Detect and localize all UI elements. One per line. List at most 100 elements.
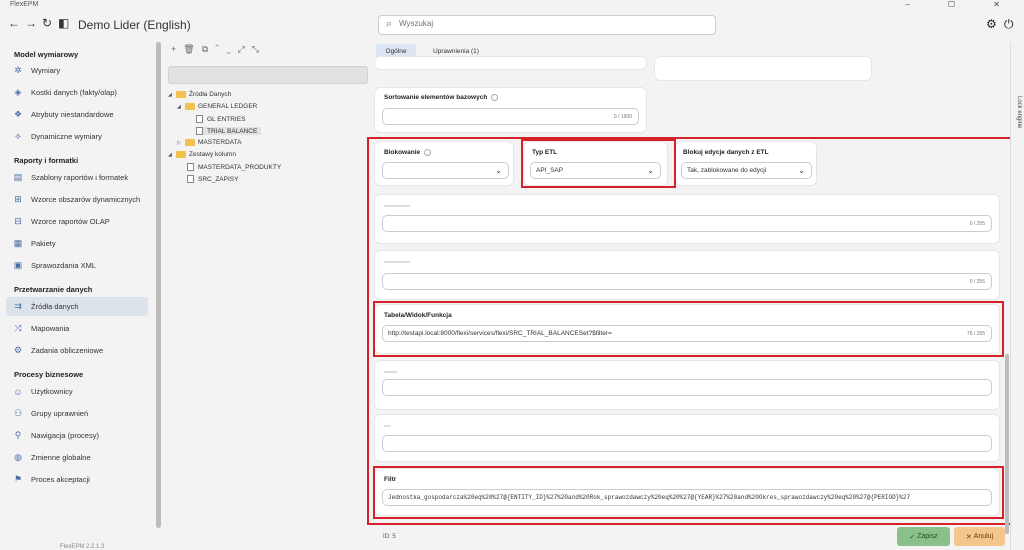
title-bar: FlexEPM – ☐ ✕ [0, 0, 1024, 10]
globe-icon: ◍ [14, 452, 22, 462]
sidebar-item-atrybuty[interactable]: ❖ Atrybuty niestandardowe [6, 105, 148, 124]
tree-node-masterdata[interactable]: ▷ MASTERDATA [177, 139, 241, 146]
navigation-icon: ⚲ [14, 430, 22, 440]
save-button[interactable]: ✓ Zapisz [897, 527, 950, 546]
search-input[interactable] [399, 19, 699, 28]
move-down-icon[interactable]: ⌄ [226, 44, 237, 54]
olap-icon: ⊟ [14, 216, 22, 226]
tree-node-general-ledger[interactable]: ◢ GENERAL LEDGER [177, 103, 257, 110]
data-source-icon: ⇉ [14, 301, 22, 311]
forward-icon[interactable]: → [25, 16, 37, 30]
section-przetwarzanie: Przetwarzanie danych [14, 285, 93, 294]
folder-icon [176, 151, 186, 158]
tree-node-src-zapisy[interactable]: SRC_ZAPISY [187, 175, 238, 183]
folder-icon [185, 103, 195, 110]
sidebar-item-szablony[interactable]: ▤ Szablony raportów i formatek [6, 168, 148, 187]
caret-down-icon: ◢ [177, 103, 181, 110]
sidebar-item-sprawozdania-xml[interactable]: ▣ Sprawozdania XML [6, 256, 148, 275]
sidebar-item-akceptacja[interactable]: ⚑ Proces akceptacji [6, 470, 148, 489]
tree-node-masterdata-produkty[interactable]: MASTERDATA_PRODUKTY [187, 163, 281, 171]
expand-all-icon[interactable]: ⤢ [238, 44, 252, 54]
sidebar-item-pakiety[interactable]: ▦ Pakiety [6, 234, 148, 253]
sidebar: Model wymiarowy ✲ Wymiary ◈ Kostki danych … [0, 42, 160, 550]
tasks-icon: ⚙ [13, 345, 23, 355]
tree-filter-input[interactable] [168, 66, 368, 84]
package-icon: ▦ [13, 238, 23, 248]
sidebar-item-zmienne[interactable]: ◍ Zmienne globalne [6, 448, 148, 467]
close-icon: ✕ [965, 533, 974, 541]
workspace-title: Demo Lider (English) [78, 18, 191, 32]
caret-down-icon: ◢ [168, 91, 172, 98]
dimensions-icon: ✲ [14, 65, 22, 75]
cube-icon: ◈ [14, 87, 22, 97]
sidebar-item-zadania[interactable]: ⚙ Zadania obliczeniowe [6, 341, 148, 360]
tree-node-zrodla-danych[interactable]: ◢ Źródła Danych [168, 91, 231, 98]
dynamic-icon: ⟡ [15, 131, 21, 141]
sidebar-scrollbar[interactable] [156, 42, 161, 528]
section-raporty: Raporty i formatki [14, 156, 79, 165]
collapse-all-icon[interactable]: ⤡ [252, 44, 266, 54]
approval-icon: ⚑ [13, 474, 23, 484]
copy-icon[interactable]: ⧉ [202, 44, 215, 54]
delete-icon[interactable]: 🗑 [183, 44, 201, 54]
highlight-tabela [373, 301, 1004, 357]
user-icon: ☺ [13, 386, 23, 397]
back-icon[interactable]: ← [8, 16, 20, 30]
cancel-button[interactable]: ✕ Anuluj [954, 527, 1005, 546]
toolbar: ← → ↻ ◧ Demo Lider (English) ⌕ ⚙ ⏻ [0, 12, 1024, 38]
document-icon [196, 127, 203, 135]
window-controls[interactable]: – ☐ ✕ [905, 0, 1018, 9]
sidebar-item-mapowania[interactable]: ⤨ Mapowania [6, 319, 148, 338]
app-version: FlexEPM 2.2.1.3 [60, 544, 105, 550]
document-icon [187, 163, 194, 171]
sidebar-item-grupy[interactable]: ⚇ Grupy uprawnień [6, 404, 148, 423]
panel-toggle-icon[interactable]: ◧ [58, 16, 69, 30]
group-icon: ⚇ [13, 408, 23, 418]
sidebar-item-zrodla-danych[interactable]: ⇉ Źródła danych [6, 297, 148, 316]
record-id: ID: 5 [383, 534, 396, 540]
caret-right-icon: ▷ [177, 139, 181, 146]
settings-gear-icon[interactable]: ⚙ [986, 17, 997, 31]
area-icon: ⊞ [14, 194, 22, 204]
document-icon [196, 115, 203, 123]
sidebar-item-wymiary[interactable]: ✲ Wymiary [6, 61, 148, 80]
caret-down-icon: ◢ [168, 151, 172, 158]
tree-pane: +🗑⧉⌃⌄⤢⤡ ◢ Źródła Danych ◢ GENERAL LEDGER G… [163, 42, 370, 550]
add-icon[interactable]: + [171, 44, 183, 54]
tree-node-trial-balance[interactable]: TRIAL BALANCE [196, 127, 262, 135]
folder-icon [185, 139, 195, 146]
check-icon: ✓ [909, 533, 918, 541]
search-icon: ⌕ [386, 18, 393, 30]
sidebar-item-wzorce-obszarow[interactable]: ⊞ Wzorce obszarów dynamicznych [6, 190, 148, 209]
main-pane: Ogólne Uprawnienia (1) Sortowanie elemen… [367, 42, 1018, 550]
sidebar-item-dynamiczne-wymiary[interactable]: ⟡ Dynamiczne wymiary [6, 127, 148, 146]
mapping-icon: ⤨ [14, 323, 22, 333]
power-icon[interactable]: ⏻ [1004, 17, 1014, 32]
tree-node-gl-entries[interactable]: GL ENTRIES [196, 115, 245, 123]
sort-label: Sortowanie elementów bazowych [384, 94, 499, 101]
refresh-icon[interactable]: ↻ [42, 16, 52, 30]
sort-input[interactable]: 0 / 1500 [382, 108, 639, 125]
highlight-filtr [373, 466, 1004, 519]
sidebar-item-uzytkownicy[interactable]: ☺ Użytkownicy [6, 382, 148, 401]
search-box[interactable]: ⌕ [378, 15, 716, 35]
tree-toolbar[interactable]: +🗑⧉⌃⌄⤢⤡ [171, 44, 266, 55]
form-card-top-right [654, 56, 872, 81]
folder-icon [176, 91, 186, 98]
section-model: Model wymiarowy [14, 50, 79, 59]
xml-icon: ▣ [13, 260, 23, 270]
char-counter: 0 / 1500 [613, 114, 632, 120]
attributes-icon: ❖ [13, 109, 23, 119]
section-procesy: Procesy biznesowe [14, 370, 84, 379]
highlight-typ-etl [521, 139, 676, 188]
sidebar-item-wzorce-olap[interactable]: ⊟ Wzorce raportów OLAP [6, 212, 148, 231]
main-scrollbar[interactable] [1005, 354, 1009, 534]
sidebar-item-nawigacja[interactable]: ⚲ Nawigacja (procesy) [6, 426, 148, 445]
right-side-strip: Lock engine [1010, 42, 1024, 550]
tree-node-zestawy-kolumn[interactable]: ◢ Zestawy kolumn [168, 151, 236, 158]
sort-card: Sortowanie elementów bazowych 0 / 1500 [374, 87, 647, 133]
info-icon [491, 94, 499, 101]
sidebar-item-kostki[interactable]: ◈ Kostki danych (fakty/olap) [6, 83, 148, 102]
lock-engine-label[interactable]: Lock engine [1016, 96, 1022, 128]
move-up-icon[interactable]: ⌃ [215, 44, 226, 54]
